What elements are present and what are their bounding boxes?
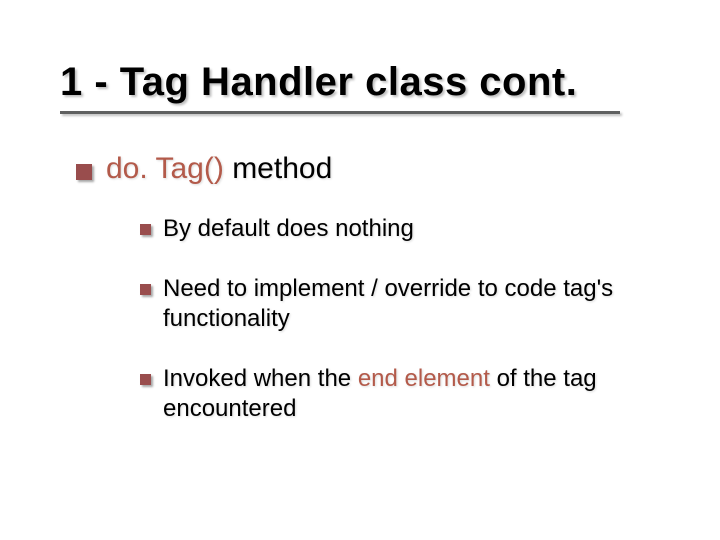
slide: 1 - Tag Handler class cont. do. Tag() me… [0,0,720,540]
square-bullet-icon [76,164,92,180]
square-bullet-icon [140,284,151,295]
bullet-level2-text: Invoked when the end element of the tag … [163,364,650,424]
square-bullet-icon [140,374,151,385]
slide-title: 1 - Tag Handler class cont. [60,60,670,105]
title-underline [60,111,620,114]
text-accent: end element [358,365,490,392]
bullet-level1-text: do. Tag() method [106,152,332,186]
square-bullet-icon [140,224,151,235]
bullet-level2: Need to implement / override to code tag… [140,274,650,334]
bullet-level1: do. Tag() method [76,152,670,186]
text-pre: Invoked when the [163,365,358,392]
bullet-level2-text: By default does nothing [163,214,414,244]
method-suffix: method [224,152,332,185]
method-name: do. Tag() [106,152,224,185]
bullet-level2-text: Need to implement / override to code tag… [163,274,650,334]
bullet-level2: Invoked when the end element of the tag … [140,364,650,424]
bullet-level2: By default does nothing [140,214,650,244]
